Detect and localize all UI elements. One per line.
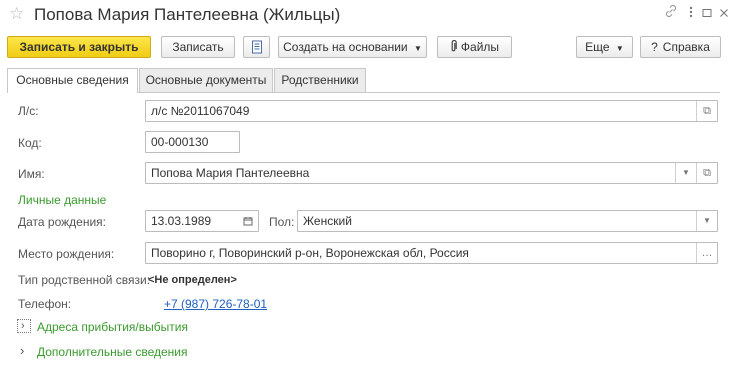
birth-place-value: Поворино г, Поворинский р-он, Воронежска…: [151, 246, 469, 260]
help-button[interactable]: ? Справка: [640, 36, 721, 58]
code-label: Код:: [18, 136, 42, 150]
gender-label: Пол:: [269, 215, 295, 229]
chevron-down-icon[interactable]: ▼: [675, 163, 696, 183]
files-button[interactable]: Файлы: [437, 36, 512, 58]
more-button[interactable]: Еще ▼: [576, 36, 633, 58]
open-icon[interactable]: ⧉: [696, 101, 717, 121]
more-label: Еще: [585, 40, 610, 54]
chevron-right-icon[interactable]: ›: [20, 343, 24, 359]
addresses-toggle[interactable]: ›: [17, 319, 31, 333]
name-label: Имя:: [18, 167, 45, 181]
save-and-close-button[interactable]: Записать и закрыть: [7, 36, 151, 58]
birth-date-label: Дата рождения:: [18, 215, 106, 229]
document-list-button[interactable]: [243, 36, 270, 58]
addresses-section-link[interactable]: Адреса прибытия/выбытия: [37, 320, 188, 334]
link-icon[interactable]: [664, 4, 678, 24]
more-vertical-icon[interactable]: [688, 5, 694, 25]
birth-place-label: Место рождения:: [18, 247, 115, 261]
birth-date-field[interactable]: 13.03.1989: [145, 210, 259, 232]
chevron-down-icon[interactable]: ▼: [696, 211, 717, 231]
chevron-right-icon: ›: [21, 320, 25, 332]
help-label: Справка: [662, 40, 710, 54]
dropdown-arrow-icon: ▼: [615, 44, 624, 53]
paperclip-icon: [450, 39, 457, 59]
create-based-on-button[interactable]: Создать на основании ▼: [278, 36, 427, 58]
relation-type-label: Тип родственной связи:: [18, 273, 151, 287]
favorite-star-icon[interactable]: ☆: [9, 4, 24, 24]
phone-link[interactable]: +7 (987) 726-78-01: [164, 297, 267, 311]
account-value: л/с №2011067049: [151, 104, 250, 118]
tab-relatives[interactable]: Родственники: [274, 68, 366, 92]
save-button[interactable]: Записать: [161, 36, 235, 58]
maximize-icon[interactable]: [701, 5, 713, 25]
window-title: Попова Мария Пантелеевна (Жильцы): [34, 5, 341, 24]
tab-main-documents[interactable]: Основные документы: [139, 68, 273, 92]
account-label: Л/с:: [18, 104, 39, 118]
help-icon: ?: [651, 40, 658, 54]
document-list-icon: [251, 40, 263, 60]
name-field[interactable]: Попова Мария Пантелеевна ▼ ⧉: [145, 162, 718, 184]
files-label: Файлы: [460, 40, 500, 54]
close-icon[interactable]: [718, 5, 730, 25]
birth-date-value: 13.03.1989: [151, 214, 212, 228]
code-field[interactable]: 00-000130: [145, 131, 240, 153]
additional-info-section-link[interactable]: Дополнительные сведения: [37, 345, 187, 359]
account-field[interactable]: л/с №2011067049 ⧉: [145, 100, 718, 122]
gender-value: Женский: [303, 214, 352, 228]
birth-place-field[interactable]: Поворино г, Поворинский р-он, Воронежска…: [145, 242, 718, 264]
dropdown-arrow-icon: ▼: [413, 44, 422, 53]
tab-main-info[interactable]: Основные сведения: [7, 68, 138, 93]
personal-data-section: Личные данные: [18, 193, 107, 207]
gender-select[interactable]: Женский ▼: [297, 210, 718, 232]
create-based-on-label: Создать на основании: [283, 40, 408, 54]
name-value: Попова Мария Пантелеевна: [151, 166, 310, 180]
ellipsis-icon[interactable]: …: [696, 243, 717, 263]
phone-label: Телефон:: [18, 297, 72, 311]
open-icon[interactable]: ⧉: [696, 163, 717, 183]
relation-type-value[interactable]: <Не определен>: [148, 273, 237, 287]
calendar-icon[interactable]: [238, 211, 258, 231]
